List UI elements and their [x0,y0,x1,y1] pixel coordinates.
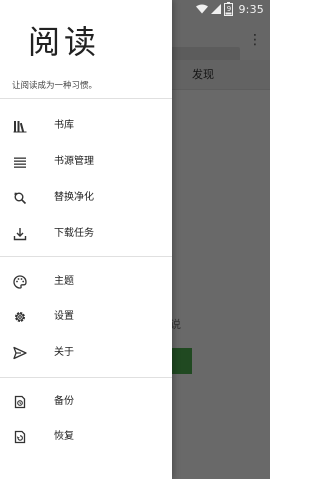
restore-icon [13,430,27,444]
menu-item-about[interactable]: 关于 [0,335,172,371]
navigation-drawer: 阅读 让阅读成为一种习惯。 书库 书源管理 替换净化 下载任务 主题 设置 关于… [0,0,172,479]
drawer-divider [0,256,172,257]
replace-icon [13,191,27,205]
status-bar: 9 9:35 [196,0,264,18]
backup-icon [13,395,27,409]
menu-item-bookshelf[interactable]: 书库 [0,108,172,144]
app-slogan: 让阅读成为一种习惯。 [12,81,98,91]
menu-item-book-source[interactable]: 书源管理 [0,144,172,180]
drawer-divider [0,98,172,99]
menu-label: 主题 [54,276,74,287]
battery-icon: 9 [224,2,234,16]
menu-item-replace[interactable]: 替换净化 [0,180,172,216]
clock: 9:35 [238,2,264,16]
drawer-divider [0,377,172,378]
menu-item-download[interactable]: 下载任务 [0,216,172,252]
menu-label: 替换净化 [54,192,94,203]
menu-label: 备份 [54,396,74,407]
menu-label: 下载任务 [54,228,94,239]
menu-item-restore[interactable]: 恢复 [0,419,172,455]
app-logo: 阅读 [28,23,101,61]
menu-item-theme[interactable]: 主题 [0,264,172,300]
menu-item-backup[interactable]: 备份 [0,384,172,420]
bookshelf-icon [13,119,27,133]
menu-label: 恢复 [54,431,74,442]
download-icon [13,227,27,241]
settings-icon [13,310,27,324]
menu-label: 设置 [54,311,74,322]
menu-label: 关于 [54,347,74,358]
signal-icon [211,4,222,14]
palette-icon [13,275,27,289]
battery-level-text: 9 [226,5,232,13]
wifi-icon [196,4,209,14]
menu-label: 书源管理 [54,156,94,167]
menu-item-settings[interactable]: 设置 [0,299,172,335]
menu-label: 书库 [54,120,74,131]
send-icon [13,346,27,360]
drawer-header: 阅读 让阅读成为一种习惯。 [0,0,172,98]
list-icon [13,155,27,169]
